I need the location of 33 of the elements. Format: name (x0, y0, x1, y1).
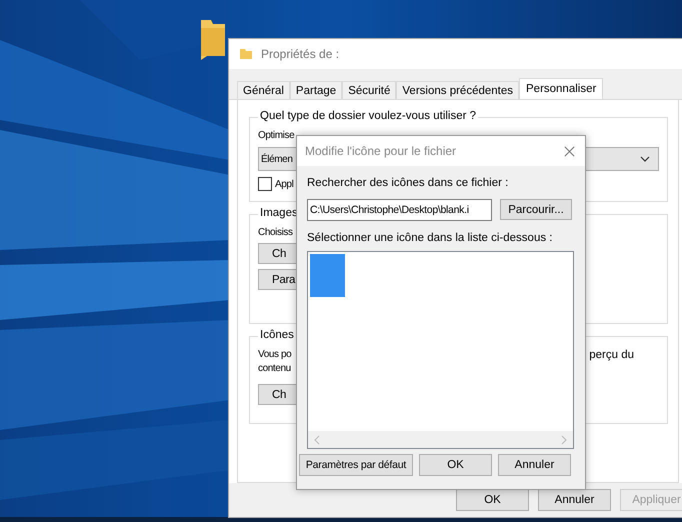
dialog-button[interactable]: Annuler (498, 454, 571, 476)
dialog-button[interactable]: Annuler (538, 489, 611, 511)
list-label: Sélectionner une icône dans la liste ci-dessous : (307, 232, 552, 244)
dialog-button[interactable]: OK (419, 454, 492, 476)
tab[interactable]: Partage (290, 81, 342, 99)
window-title: Propriétés de : (261, 47, 340, 61)
dialog-button[interactable]: OK (456, 489, 529, 511)
group-legend: Icônes (258, 329, 296, 341)
description-text: Vous po (258, 349, 292, 361)
folder-icon (239, 47, 253, 61)
file-path-field[interactable]: C:\Users\Christophe\Desktop\blank.i (307, 199, 492, 221)
checkbox[interactable] (258, 177, 272, 191)
dialog-button[interactable]: Paramètres par défaut (299, 454, 413, 476)
group-legend: Quel type de dossier voulez-vous utiliser ? (258, 110, 478, 122)
scroll-right-icon[interactable] (561, 434, 567, 444)
dialog-title: Modifie l'icône pour le fichier (305, 144, 456, 158)
description-text: perçu du (589, 349, 634, 361)
checkbox-label: Appl (275, 178, 294, 190)
chevron-down-icon (640, 156, 650, 162)
tab[interactable]: Général (237, 81, 290, 99)
description-text: contenu (258, 363, 291, 374)
tab[interactable]: Personnaliser (519, 78, 604, 99)
optimize-label: Optimise (258, 130, 294, 141)
close-icon[interactable] (564, 146, 575, 156)
search-label: Rechercher des icônes dans ce fichier : (307, 177, 508, 189)
description-text: Choisiss (258, 227, 293, 238)
scroll-left-icon[interactable] (314, 434, 320, 444)
folder-icon[interactable] (199, 18, 227, 60)
icon-tile[interactable] (310, 254, 345, 297)
browse-button[interactable]: Parcourir... (500, 199, 572, 220)
scrollbar[interactable] (308, 431, 573, 448)
tab[interactable]: Sécurité (342, 81, 396, 99)
tab[interactable]: Versions précédentes (396, 81, 519, 99)
